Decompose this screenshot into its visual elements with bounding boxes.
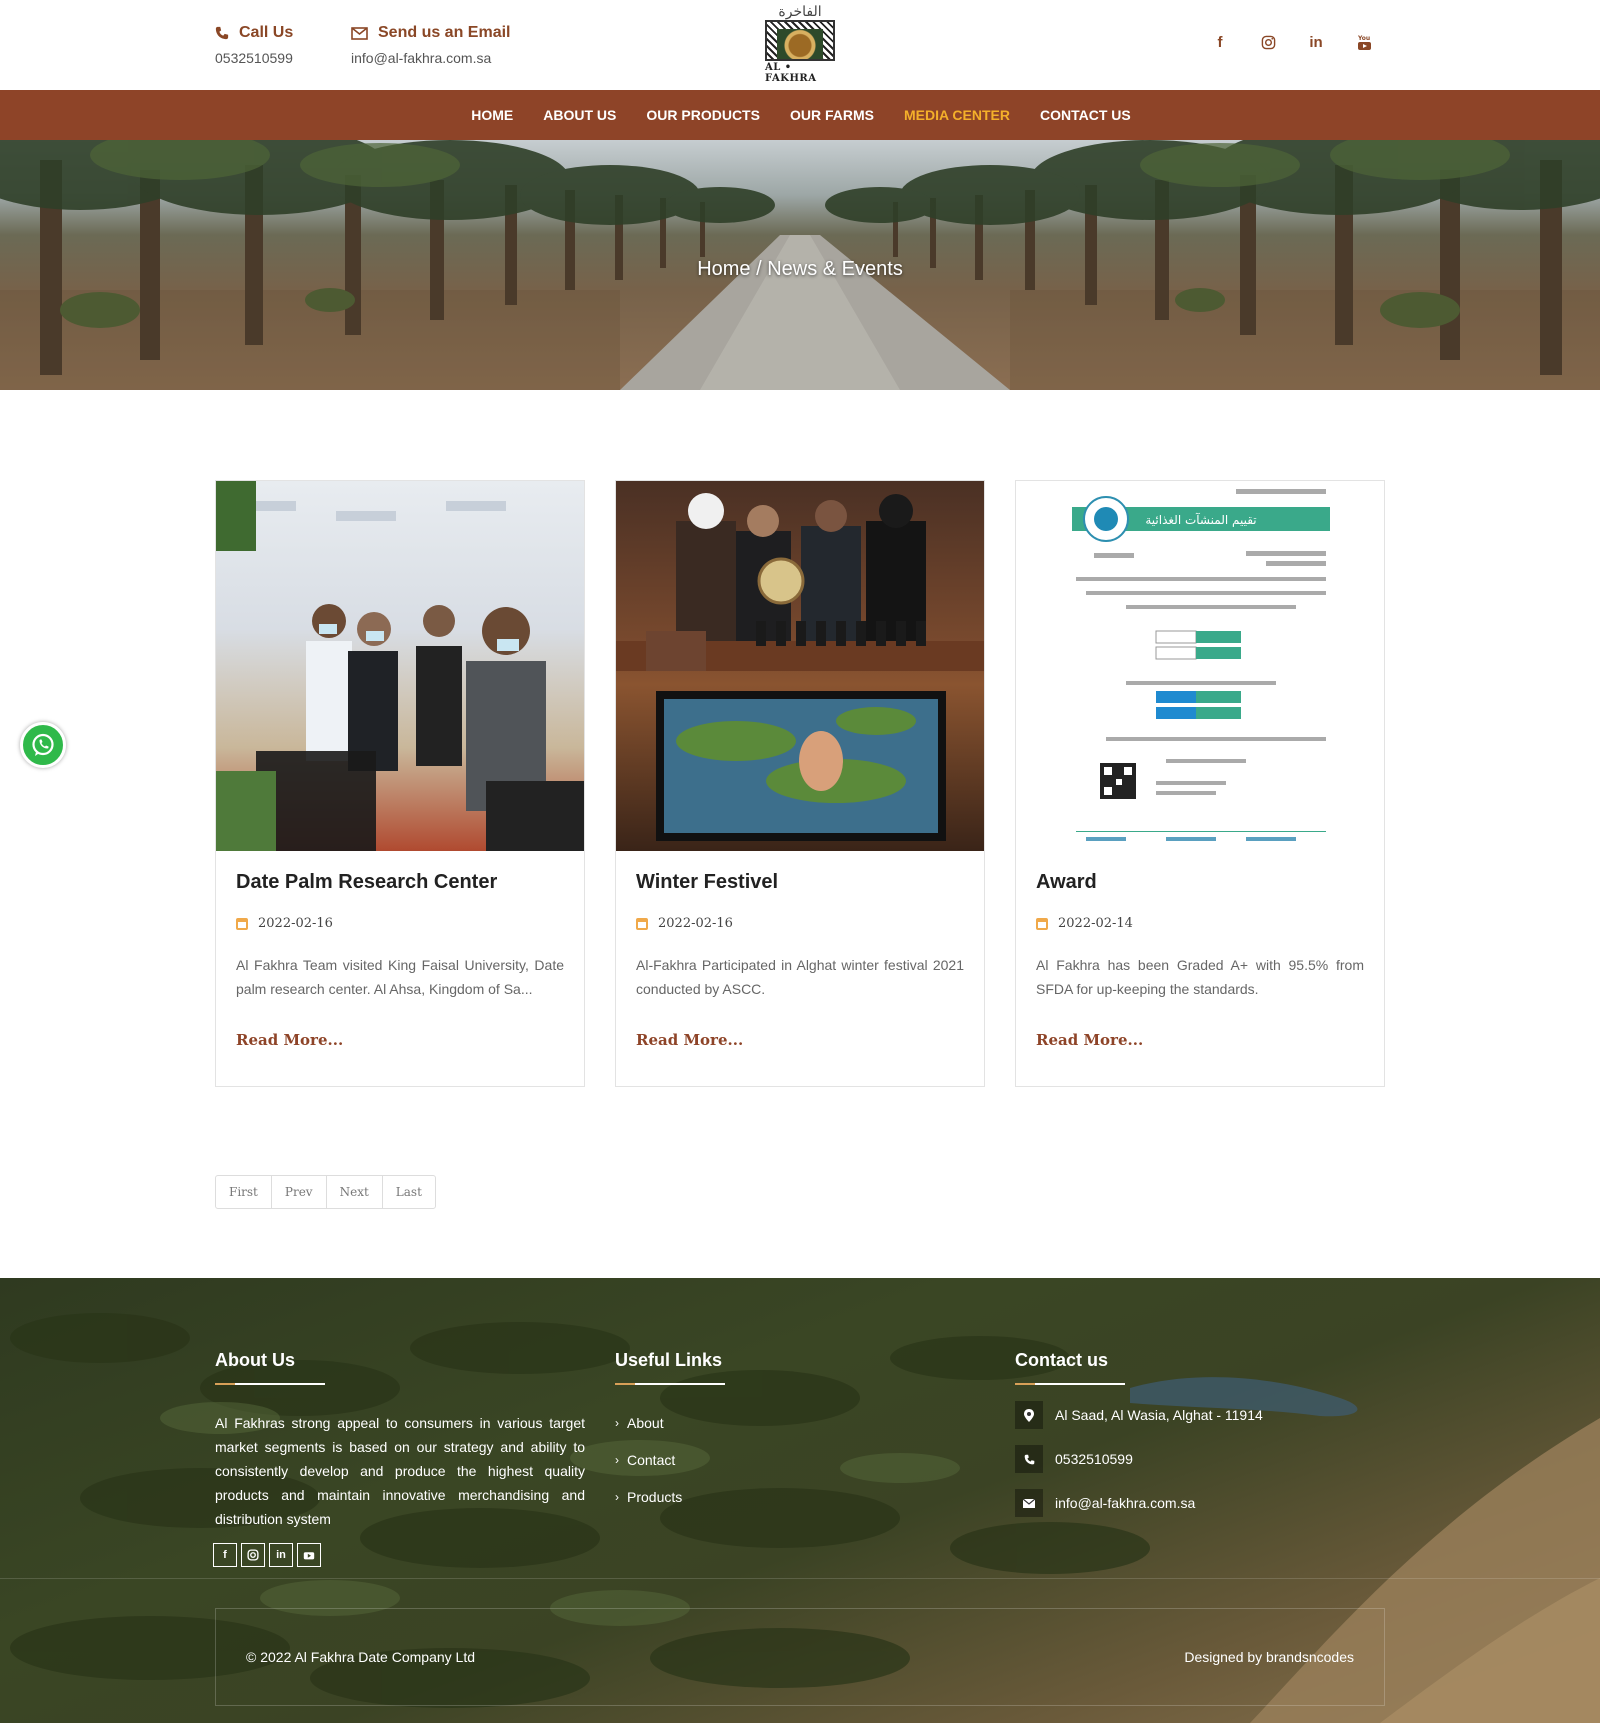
- news-card-excerpt: Al-Fakhra Participated in Alghat winter …: [636, 957, 964, 997]
- news-card-title[interactable]: Award: [1036, 871, 1364, 894]
- read-more-link[interactable]: Read More...: [236, 1031, 343, 1049]
- linkedin-icon[interactable]: in: [269, 1543, 293, 1567]
- instagram-icon[interactable]: [241, 1543, 265, 1567]
- map-pin-icon: [1015, 1401, 1043, 1429]
- news-card-date-text: 2022-02-16: [658, 916, 733, 931]
- footer-link-label: Products: [627, 1489, 683, 1505]
- email-address: info@al-fakhra.com.sa: [351, 50, 492, 66]
- news-card-date: 2022-02-14: [1036, 916, 1364, 931]
- footer-about-title: About Us: [215, 1350, 295, 1370]
- whatsapp-button[interactable]: [20, 722, 66, 768]
- logo-english-text: AL • FAKHRA: [765, 62, 817, 84]
- pagination-next[interactable]: Next: [327, 1176, 383, 1208]
- nav-home[interactable]: HOME: [471, 107, 513, 123]
- linkedin-icon[interactable]: in: [1304, 30, 1328, 54]
- certificate-heading: تقييم المنشآت الغذائية: [1145, 512, 1256, 527]
- news-card-image[interactable]: تقييم المنشآت الغذائية: [1016, 481, 1384, 851]
- hero-banner: Home / News & Events: [0, 140, 1600, 390]
- news-card-image[interactable]: [616, 481, 984, 851]
- youtube-icon[interactable]: You: [1352, 30, 1376, 54]
- phone-icon: [1015, 1445, 1043, 1473]
- footer-phone-text: 0532510599: [1055, 1451, 1133, 1467]
- facebook-icon[interactable]: f: [1208, 30, 1232, 54]
- call-us-title: Call Us: [239, 24, 294, 41]
- footer-contact: Contact us Al Saad, Al Wasia, Alghat - 1…: [1015, 1350, 1385, 1517]
- youtube-icon[interactable]: [297, 1543, 321, 1567]
- chevron-right-icon: ›: [615, 1490, 619, 1504]
- nav-our-farms[interactable]: OUR FARMS: [790, 107, 874, 123]
- news-card-excerpt: Al Fakhra Team visited King Faisal Unive…: [236, 957, 564, 997]
- footer-phone[interactable]: 0532510599: [1015, 1445, 1385, 1473]
- pagination-last[interactable]: Last: [383, 1176, 435, 1208]
- footer-useful-links: Useful Links › About › Contact › Products: [615, 1350, 915, 1526]
- footer-address: Al Saad, Al Wasia, Alghat - 11914: [1015, 1401, 1385, 1429]
- chevron-right-icon: ›: [615, 1416, 619, 1430]
- footer-bottom-bar: © 2022 Al Fakhra Date Company Ltd Design…: [215, 1608, 1385, 1706]
- whatsapp-icon: [32, 733, 54, 756]
- news-card-date-text: 2022-02-16: [258, 916, 333, 931]
- footer-link-contact[interactable]: › Contact: [615, 1452, 915, 1468]
- footer-links-title: Useful Links: [615, 1350, 723, 1370]
- designer-credit[interactable]: Designed by brandsncodes: [1184, 1649, 1354, 1665]
- logo-arabic-text: الفاخرة: [778, 4, 822, 20]
- pagination-prev[interactable]: Prev: [272, 1176, 327, 1208]
- nav-our-products[interactable]: OUR PRODUCTS: [646, 107, 760, 123]
- footer-link-about[interactable]: › About: [615, 1415, 915, 1431]
- site-logo[interactable]: الفاخرة AL • FAKHRA: [765, 4, 835, 84]
- breadcrumb[interactable]: Home / News & Events: [0, 258, 1600, 281]
- logo-emblem: [765, 20, 835, 61]
- email-block[interactable]: Send us an Email info@al-fakhra.com.sa: [351, 24, 510, 66]
- news-card-date-text: 2022-02-14: [1058, 916, 1133, 931]
- calendar-icon: [236, 917, 248, 930]
- footer-email[interactable]: info@al-fakhra.com.sa: [1015, 1489, 1385, 1517]
- heading-underline: [615, 1383, 725, 1385]
- footer-contact-title: Contact us: [1015, 1350, 1109, 1370]
- footer-divider: [0, 1578, 1600, 1579]
- nav-contact-us[interactable]: CONTACT US: [1040, 107, 1131, 123]
- footer-email-text: info@al-fakhra.com.sa: [1055, 1495, 1196, 1511]
- site-footer: About Us Al Fakhras strong appeal to con…: [0, 1278, 1600, 1723]
- footer-social-links: f in: [213, 1543, 585, 1567]
- news-card-excerpt: Al Fakhra has been Graded A+ with 95.5% …: [1036, 957, 1364, 997]
- pagination: First Prev Next Last: [215, 1175, 436, 1209]
- heading-underline: [215, 1383, 325, 1385]
- phone-icon: [215, 26, 229, 40]
- footer-about-text: Al Fakhras strong appeal to consumers in…: [215, 1415, 585, 1527]
- footer-link-label: About: [627, 1415, 664, 1431]
- header-social-links: f in You: [1208, 30, 1376, 54]
- chevron-right-icon: ›: [615, 1453, 619, 1467]
- envelope-icon: [351, 26, 368, 40]
- email-title: Send us an Email: [378, 24, 511, 41]
- svg-text:You: You: [1357, 35, 1370, 42]
- footer-address-text: Al Saad, Al Wasia, Alghat - 11914: [1055, 1407, 1263, 1423]
- read-more-link[interactable]: Read More...: [1036, 1031, 1143, 1049]
- facebook-icon[interactable]: f: [213, 1543, 237, 1567]
- news-card-date: 2022-02-16: [636, 916, 964, 931]
- calendar-icon: [1036, 917, 1048, 930]
- envelope-icon: [1015, 1489, 1043, 1517]
- heading-underline: [1015, 1383, 1125, 1385]
- read-more-link[interactable]: Read More...: [636, 1031, 743, 1049]
- nav-media-center[interactable]: MEDIA CENTER: [904, 107, 1010, 123]
- footer-link-products[interactable]: › Products: [615, 1489, 915, 1505]
- news-card-title[interactable]: Date Palm Research Center: [236, 871, 564, 894]
- news-card-image[interactable]: [216, 481, 584, 851]
- news-card: Winter Festivel 2022-02-16 Al-Fakhra Par…: [615, 480, 985, 1087]
- copyright-text: © 2022 Al Fakhra Date Company Ltd: [246, 1649, 475, 1665]
- footer-link-label: Contact: [627, 1452, 676, 1468]
- calendar-icon: [636, 917, 648, 930]
- call-us-block[interactable]: Call Us 0532510599: [215, 24, 293, 66]
- main-nav: HOME ABOUT US OUR PRODUCTS OUR FARMS MED…: [0, 90, 1600, 140]
- news-card-title[interactable]: Winter Festivel: [636, 871, 964, 894]
- instagram-icon[interactable]: [1256, 30, 1280, 54]
- call-us-number: 0532510599: [215, 50, 293, 66]
- news-card: Date Palm Research Center 2022-02-16 Al …: [215, 480, 585, 1087]
- footer-about: About Us Al Fakhras strong appeal to con…: [213, 1350, 585, 1567]
- nav-about-us[interactable]: ABOUT US: [543, 107, 616, 123]
- news-card-date: 2022-02-16: [236, 916, 564, 931]
- pagination-first[interactable]: First: [216, 1176, 272, 1208]
- top-header: Call Us 0532510599 Send us an Email info…: [0, 0, 1600, 90]
- news-card: تقييم المنشآت الغذائية Award 2022-02-14 …: [1015, 480, 1385, 1087]
